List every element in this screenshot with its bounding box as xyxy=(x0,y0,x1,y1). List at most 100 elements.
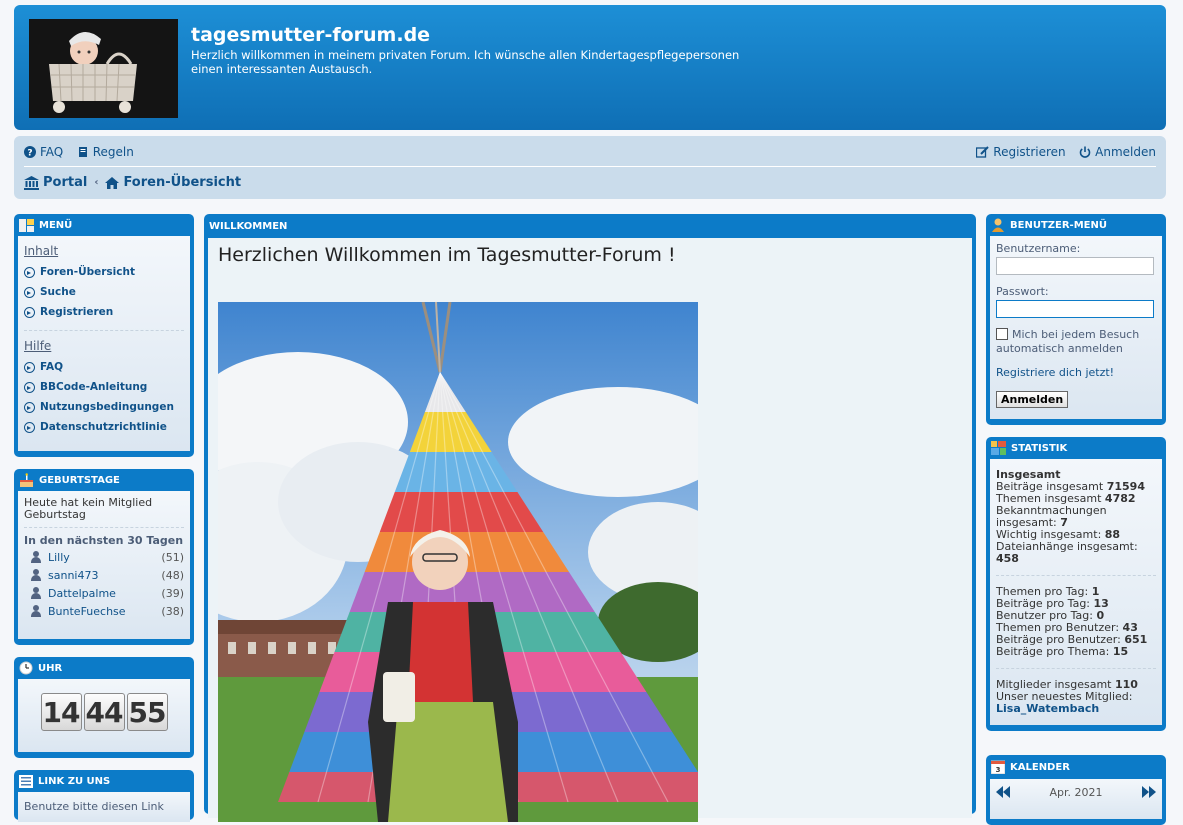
home-icon xyxy=(105,176,120,189)
link-panel-text: Benutze bitte diesen Link xyxy=(24,800,164,813)
birthday-row: Lilly (51) xyxy=(24,548,184,566)
password-label: Passwort: xyxy=(996,285,1049,298)
user-icon xyxy=(30,587,42,599)
calendar-next-icon[interactable] xyxy=(1141,786,1156,798)
arrow-circle-icon xyxy=(24,306,35,318)
crochet-tipi-photo xyxy=(218,302,698,822)
cake-icon xyxy=(20,473,33,487)
rules-label: Regeln xyxy=(92,145,134,159)
birthday-name[interactable]: Dattelpalme xyxy=(48,587,161,600)
birthday-name[interactable]: Lilly xyxy=(48,551,161,564)
clock-icon xyxy=(19,661,33,675)
calendar-icon: 3 xyxy=(991,760,1005,774)
menu-item-search[interactable]: Suche xyxy=(24,282,184,302)
clock-panel-title: UHR xyxy=(38,662,63,674)
menu-item-forums[interactable]: Foren-Übersicht xyxy=(24,262,184,282)
menu-divider xyxy=(24,330,184,331)
navbar: ? FAQ Regeln Registrieren Anmelden Porta… xyxy=(14,136,1166,199)
stat-line: Bekanntmachungen insgesamt: 7 xyxy=(996,504,1107,529)
faq-link[interactable]: ? FAQ xyxy=(24,145,63,159)
stat-line: Dateianhänge insgesamt: 458 xyxy=(996,540,1138,565)
birthday-panel-title: GEBURTSTAGE xyxy=(39,474,120,486)
edit-icon xyxy=(976,146,989,158)
clock-hours: 14 xyxy=(40,693,82,731)
breadcrumb-separator: ‹ xyxy=(94,177,99,188)
stats-icon xyxy=(991,441,1006,455)
book-icon xyxy=(78,147,87,157)
svg-text:?: ? xyxy=(27,149,32,159)
welcome-photo xyxy=(218,302,698,822)
login-label: Anmelden xyxy=(1095,145,1156,159)
birthday-panel: GEBURTSTAGE Heute hat kein Mitglied Gebu… xyxy=(14,469,194,645)
register-label: Registrieren xyxy=(993,145,1066,159)
clock-seconds: 55 xyxy=(126,693,168,731)
menu-panel-title: MENÜ xyxy=(39,219,73,231)
arrow-circle-icon xyxy=(24,381,35,393)
stats-divider xyxy=(996,575,1156,576)
user-icon xyxy=(30,551,42,563)
user-icon xyxy=(30,605,42,617)
stat-line: Beiträge pro Thema: 15 xyxy=(996,645,1129,658)
question-circle-icon: ? xyxy=(24,146,36,158)
menu-item-faq[interactable]: FAQ xyxy=(24,357,184,377)
clock-minutes: 44 xyxy=(83,693,125,731)
site-title[interactable]: tagesmutter-forum.de xyxy=(191,24,430,46)
username-label: Benutzername: xyxy=(996,242,1081,255)
user-icon xyxy=(30,569,42,581)
arrow-circle-icon xyxy=(24,266,35,278)
user-menu-panel: BENUTZER-MENÜ Benutzername: Passwort: Mi… xyxy=(986,214,1166,425)
menu-panel-icon xyxy=(19,218,34,232)
breadcrumb: Portal ‹ Foren-Übersicht xyxy=(24,175,241,190)
menu-section-content: Inhalt xyxy=(24,244,59,258)
list-icon xyxy=(19,774,33,788)
birthday-name[interactable]: BunteFuechse xyxy=(48,605,161,618)
login-link[interactable]: Anmelden xyxy=(1079,145,1156,159)
bank-icon xyxy=(24,175,39,190)
svg-text:3: 3 xyxy=(996,766,1001,774)
birthday-row: BunteFuechse (38) xyxy=(24,602,184,620)
calendar-panel: 3 KALENDER Apr. 2021 xyxy=(986,755,1166,825)
birthday-today-text: Heute hat kein Mitglied Geburtstag xyxy=(24,496,153,521)
login-button[interactable]: Anmelden xyxy=(996,391,1069,408)
user-menu-title: BENUTZER-MENÜ xyxy=(1010,219,1107,231)
arrow-circle-icon xyxy=(24,286,35,298)
breadcrumb-portal[interactable]: Portal xyxy=(43,175,87,190)
arrow-circle-icon xyxy=(24,401,35,413)
menu-section-help: Hilfe xyxy=(24,339,52,353)
stats-divider xyxy=(996,668,1156,669)
clock-panel: UHR 14 44 55 xyxy=(14,657,194,758)
birthday-name[interactable]: sanni473 xyxy=(48,569,161,582)
breadcrumb-forums[interactable]: Foren-Übersicht xyxy=(123,175,241,190)
menu-panel: MENÜ Inhalt Foren-Übersicht Suche Regist… xyxy=(14,214,194,457)
link-panel: LINK ZU UNS Benutze bitte diesen Link xyxy=(14,770,194,822)
faq-label: FAQ xyxy=(40,145,64,159)
menu-item-bbcode[interactable]: BBCode-Anleitung xyxy=(24,377,184,397)
welcome-panel-title: WILLKOMMEN xyxy=(209,220,288,232)
menu-item-register[interactable]: Registrieren xyxy=(24,302,184,322)
menu-item-privacy[interactable]: Datenschutzrichtlinie xyxy=(24,417,184,437)
welcome-panel: WILLKOMMEN Herzlichen Willkommen im Tage… xyxy=(204,214,976,822)
welcome-heading: Herzlichen Willkommen im Tagesmutter-For… xyxy=(218,244,676,266)
remember-checkbox[interactable] xyxy=(996,328,1008,340)
birthday-divider xyxy=(24,527,184,528)
remember-me: Mich bei jedem Besuch automatisch anmeld… xyxy=(996,328,1156,356)
birthday-row: sanni473 (48) xyxy=(24,566,184,584)
register-link[interactable]: Registrieren xyxy=(976,145,1066,159)
user-menu-icon xyxy=(992,218,1004,232)
calendar-title: KALENDER xyxy=(1010,761,1070,773)
link-panel-title: LINK ZU UNS xyxy=(38,775,111,787)
menu-item-terms[interactable]: Nutzungsbedingungen xyxy=(24,397,184,417)
power-icon xyxy=(1079,146,1091,158)
birthday-upcoming-head: In den nächsten 30 Tagen xyxy=(24,534,184,547)
rules-link[interactable]: Regeln xyxy=(77,145,134,159)
register-now-link[interactable]: Registriere dich jetzt! xyxy=(996,366,1156,379)
remember-label: Mich bei jedem Besuch automatisch anmeld… xyxy=(996,328,1140,355)
site-logo[interactable] xyxy=(29,19,178,118)
site-description: Herzlich willkommen in meinem privaten F… xyxy=(191,48,740,76)
calendar-month: Apr. 2021 xyxy=(1049,785,1103,799)
calendar-prev-icon[interactable] xyxy=(996,786,1010,798)
newest-member-link[interactable]: Lisa_Watembach xyxy=(996,703,1156,715)
username-input[interactable] xyxy=(996,257,1154,275)
password-input[interactable] xyxy=(996,300,1154,318)
arrow-circle-icon xyxy=(24,361,35,373)
